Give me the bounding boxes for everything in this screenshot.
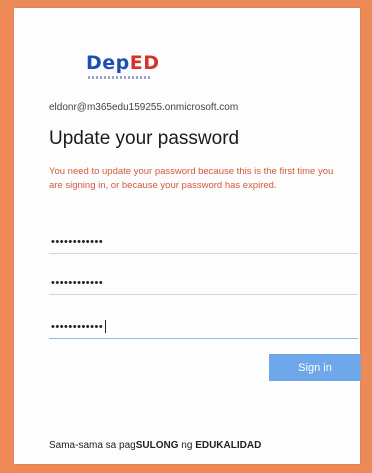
footer-prefix: Sama-sama sa pag: [49, 440, 136, 451]
page-title: Update your password: [49, 128, 240, 149]
confirm-password-input[interactable]: ••••••••••••: [49, 315, 358, 339]
account-email: eldonr@m365edu159255.onmicrosoft.com: [49, 102, 239, 113]
logo-text-de: De: [86, 52, 116, 74]
deped-logo: De p ED: [86, 52, 160, 79]
text-caret: [105, 320, 107, 333]
sign-in-button[interactable]: Sign in: [269, 354, 361, 381]
current-password-value: ••••••••••••: [51, 235, 104, 248]
new-password-input[interactable]: ••••••••••••: [49, 271, 358, 295]
footer-bold-sulong: SULONG: [135, 440, 179, 451]
current-password-input[interactable]: ••••••••••••: [49, 230, 358, 254]
footer-bold-edukalidad: EDUKALIDAD: [195, 440, 262, 451]
logo-text-p: p: [115, 52, 130, 74]
confirm-password-value: ••••••••••••: [51, 320, 104, 333]
password-update-card: De p ED eldonr@m365edu159255.onmicrosoft.c…: [14, 8, 361, 464]
logo-tagline: [88, 76, 152, 79]
new-password-value: ••••••••••••: [51, 276, 104, 289]
footer-tagline: Sama-sama sa pagSULONG ng EDUKALIDAD: [49, 440, 261, 451]
info-message: You need to update your password because…: [49, 166, 334, 191]
footer-middle: ng: [178, 440, 196, 451]
logo-text-ed: ED: [129, 52, 160, 74]
